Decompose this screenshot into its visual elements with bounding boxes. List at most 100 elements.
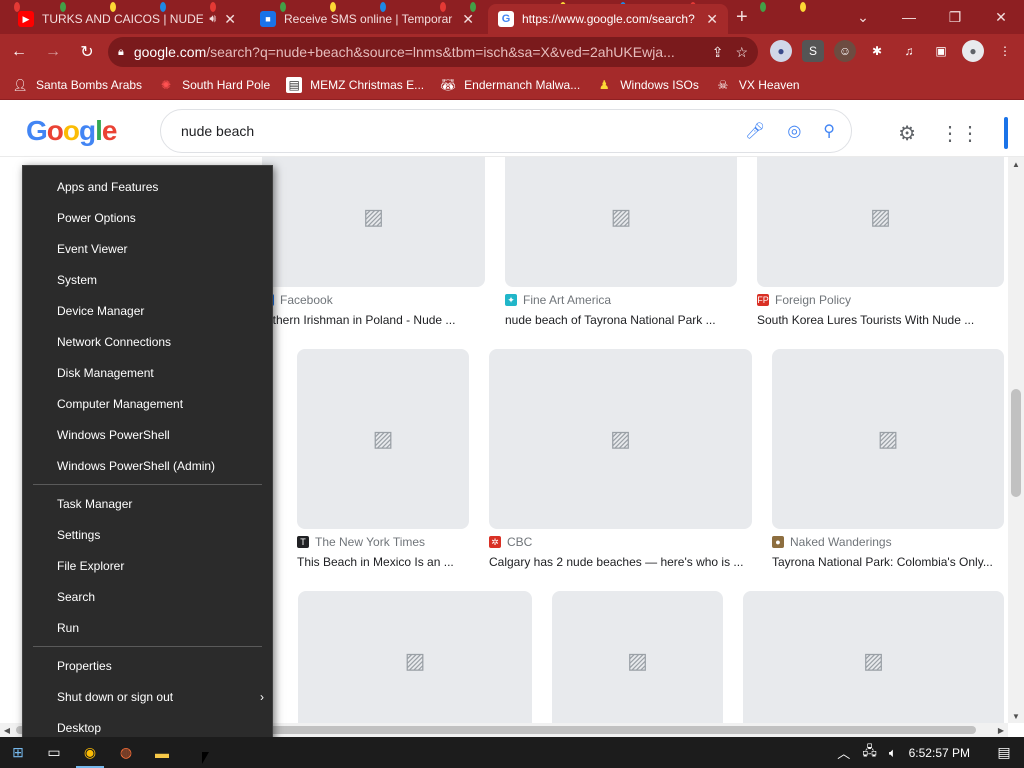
menu-item-windows-powershell-admin[interactable]: Windows PowerShell (Admin)	[23, 450, 272, 481]
close-tab-icon[interactable]: ✕	[706, 11, 718, 28]
menu-item-task-manager[interactable]: Task Manager	[23, 488, 272, 519]
image-result[interactable]: ▨	[743, 591, 1004, 723]
menu-item-windows-powershell[interactable]: Windows PowerShell	[23, 419, 272, 450]
search-input[interactable]	[181, 123, 723, 139]
menu-item-properties[interactable]: Properties	[23, 650, 272, 681]
lock-icon[interactable]: 🔒︎	[118, 46, 124, 59]
menu-item-system[interactable]: System	[23, 264, 272, 295]
menu-item-search[interactable]: Search	[23, 581, 272, 612]
result-caption[interactable]: Calgary has 2 nude beaches — here's who …	[489, 555, 752, 569]
taskbar-clock[interactable]: 6:52:57 PM	[909, 746, 970, 760]
restore-button[interactable]: ❐	[932, 0, 978, 34]
tab-search-icon[interactable]: ⌄	[840, 0, 886, 34]
result-source[interactable]: FP Foreign Policy	[757, 293, 1004, 307]
bookmark-south-hard-pole[interactable]: ✺ South Hard Pole	[158, 77, 270, 93]
show-hidden-icons-chevron-icon[interactable]: ︿	[837, 743, 850, 762]
close-tab-icon[interactable]: ✕	[224, 11, 236, 28]
vertical-scrollbar[interactable]: ▲ ▼	[1008, 157, 1024, 723]
menu-item-power-options[interactable]: Power Options	[23, 202, 272, 233]
chrome-taskbar-icon[interactable]: ◉	[72, 737, 108, 768]
image-result[interactable]: ▨ ✲ CBC Calgary has 2 nude beaches — here…	[489, 349, 752, 569]
menu-item-disk-management[interactable]: Disk Management	[23, 357, 272, 388]
microphone-icon[interactable]: 🎤︎	[745, 121, 765, 141]
result-caption[interactable]: orthern Irishman in Poland - Nude ...	[262, 313, 485, 327]
tab-google-search[interactable]: G https://www.google.com/search? ✕	[488, 4, 728, 34]
close-tab-icon[interactable]: ✕	[462, 11, 474, 28]
firefox-taskbar-icon[interactable]: ◍	[108, 737, 144, 768]
image-result[interactable]: ▨ ✦ Fine Art America nude beach of Tayron…	[505, 157, 737, 327]
scroll-left-arrow-icon[interactable]: ◀	[0, 723, 14, 737]
apps-grid-icon[interactable]: ⋮⋮	[940, 121, 980, 146]
image-result[interactable]: ▨ ● Naked Wanderings Tayrona National Par…	[772, 349, 1004, 569]
result-source[interactable]: ● Naked Wanderings	[772, 535, 1004, 549]
menu-item-file-explorer[interactable]: File Explorer	[23, 550, 272, 581]
result-thumbnail[interactable]: ▨	[298, 591, 532, 723]
extensions-puzzle-icon[interactable]: ✱	[866, 40, 888, 62]
task-view-icon[interactable]: ▭	[36, 737, 72, 768]
reload-button[interactable]: ↻	[72, 37, 102, 67]
menu-item-computer-management[interactable]: Computer Management	[23, 388, 272, 419]
profile-avatar-icon[interactable]: ●	[962, 40, 984, 62]
bookmark-windows-isos[interactable]: ♟ Windows ISOs	[596, 77, 699, 93]
image-result[interactable]: ▨	[298, 591, 532, 723]
result-source[interactable]: T The New York Times	[297, 535, 469, 549]
bookmark-endermanch-malware[interactable]: 🦝︎ Endermanch Malwa...	[440, 77, 581, 93]
result-caption[interactable]: Tayrona National Park: Colombia's Only..…	[772, 555, 1004, 569]
menu-item-settings[interactable]: Settings	[23, 519, 272, 550]
tab-receive-sms[interactable]: ■ Receive SMS online | Temporar ✕	[250, 4, 484, 34]
new-tab-button[interactable]: +	[736, 6, 748, 29]
volume-icon[interactable]: 🔈︎	[889, 745, 897, 761]
sign-in-button[interactable]	[1004, 117, 1008, 149]
image-result[interactable]: ▨ FP Foreign Policy South Korea Lures Tou…	[757, 157, 1004, 327]
share-icon[interactable]: ⇪	[712, 44, 724, 61]
menu-item-event-viewer[interactable]: Event Viewer	[23, 233, 272, 264]
google-lens-icon[interactable]: ◎	[787, 121, 801, 141]
result-source[interactable]: fFacebook	[262, 293, 485, 307]
minimize-button[interactable]: —	[886, 0, 932, 34]
start-button[interactable]: ⊞	[0, 737, 36, 768]
menu-kebab-icon[interactable]: ⋮	[994, 40, 1016, 62]
result-thumbnail[interactable]: ▨	[743, 591, 1004, 723]
result-thumbnail[interactable]: ▨	[262, 157, 485, 287]
scroll-right-arrow-icon[interactable]: ▶	[994, 723, 1008, 737]
image-result[interactable]: ▨	[552, 591, 723, 723]
speaker-icon[interactable]: 🔊︎	[209, 13, 216, 26]
image-result[interactable]: ▨ fFacebook orthern Irishman in Poland -…	[262, 157, 485, 327]
action-center-icon[interactable]: ▤	[984, 737, 1024, 768]
bookmark-santa-bombs-arabs[interactable]: 👤︎ Santa Bombs Arabs	[12, 77, 142, 93]
google-logo[interactable]: Google	[26, 115, 117, 147]
back-button[interactable]: ←	[4, 37, 34, 67]
menu-item-run[interactable]: Run	[23, 612, 272, 643]
file-explorer-taskbar-icon[interactable]: ▬	[144, 737, 180, 768]
side-panel-icon[interactable]: ▣	[930, 40, 952, 62]
search-icon[interactable]: ⚲	[823, 121, 835, 141]
extension-avatar-icon[interactable]: ☺	[834, 40, 856, 62]
image-result[interactable]: ▨ T The New York Times This Beach in Mexi…	[297, 349, 469, 569]
result-thumbnail[interactable]: ▨	[489, 349, 752, 529]
extension-s-icon[interactable]: S	[802, 40, 824, 62]
close-window-button[interactable]: ✕	[978, 0, 1024, 34]
bookmark-memz-christmas[interactable]: ▤ MEMZ Christmas E...	[286, 76, 424, 93]
tab-youtube[interactable]: ▶ TURKS AND CAICOS | NUDE 🔊︎ ✕	[8, 4, 246, 34]
result-thumbnail[interactable]: ▨	[772, 349, 1004, 529]
result-source[interactable]: ✦ Fine Art America	[505, 293, 737, 307]
menu-item-shut-down-or-sign-out[interactable]: Shut down or sign out ›	[23, 681, 272, 712]
result-thumbnail[interactable]: ▨	[552, 591, 723, 723]
vertical-scroll-thumb[interactable]	[1011, 389, 1021, 497]
result-source[interactable]: ✲ CBC	[489, 535, 752, 549]
media-control-icon[interactable]: ♫	[898, 40, 920, 62]
scroll-down-arrow-icon[interactable]: ▼	[1008, 709, 1024, 723]
bookmark-vx-heaven[interactable]: ☠ VX Heaven	[715, 77, 800, 93]
menu-item-network-connections[interactable]: Network Connections	[23, 326, 272, 357]
result-caption[interactable]: nude beach of Tayrona National Park ...	[505, 313, 737, 327]
settings-gear-icon[interactable]: ⚙	[898, 121, 916, 146]
address-bar[interactable]: 🔒︎ google.com/search?q=nude+beach&source…	[108, 37, 758, 67]
menu-item-apps-and-features[interactable]: Apps and Features	[23, 171, 272, 202]
forward-button[interactable]: →	[38, 37, 68, 67]
scroll-up-arrow-icon[interactable]: ▲	[1008, 157, 1024, 171]
menu-item-device-manager[interactable]: Device Manager	[23, 295, 272, 326]
bookmark-star-icon[interactable]: ☆	[735, 44, 748, 61]
network-icon[interactable]: 🖧	[862, 742, 877, 764]
result-thumbnail[interactable]: ▨	[505, 157, 737, 287]
extension-flag-icon[interactable]: ●	[770, 40, 792, 62]
